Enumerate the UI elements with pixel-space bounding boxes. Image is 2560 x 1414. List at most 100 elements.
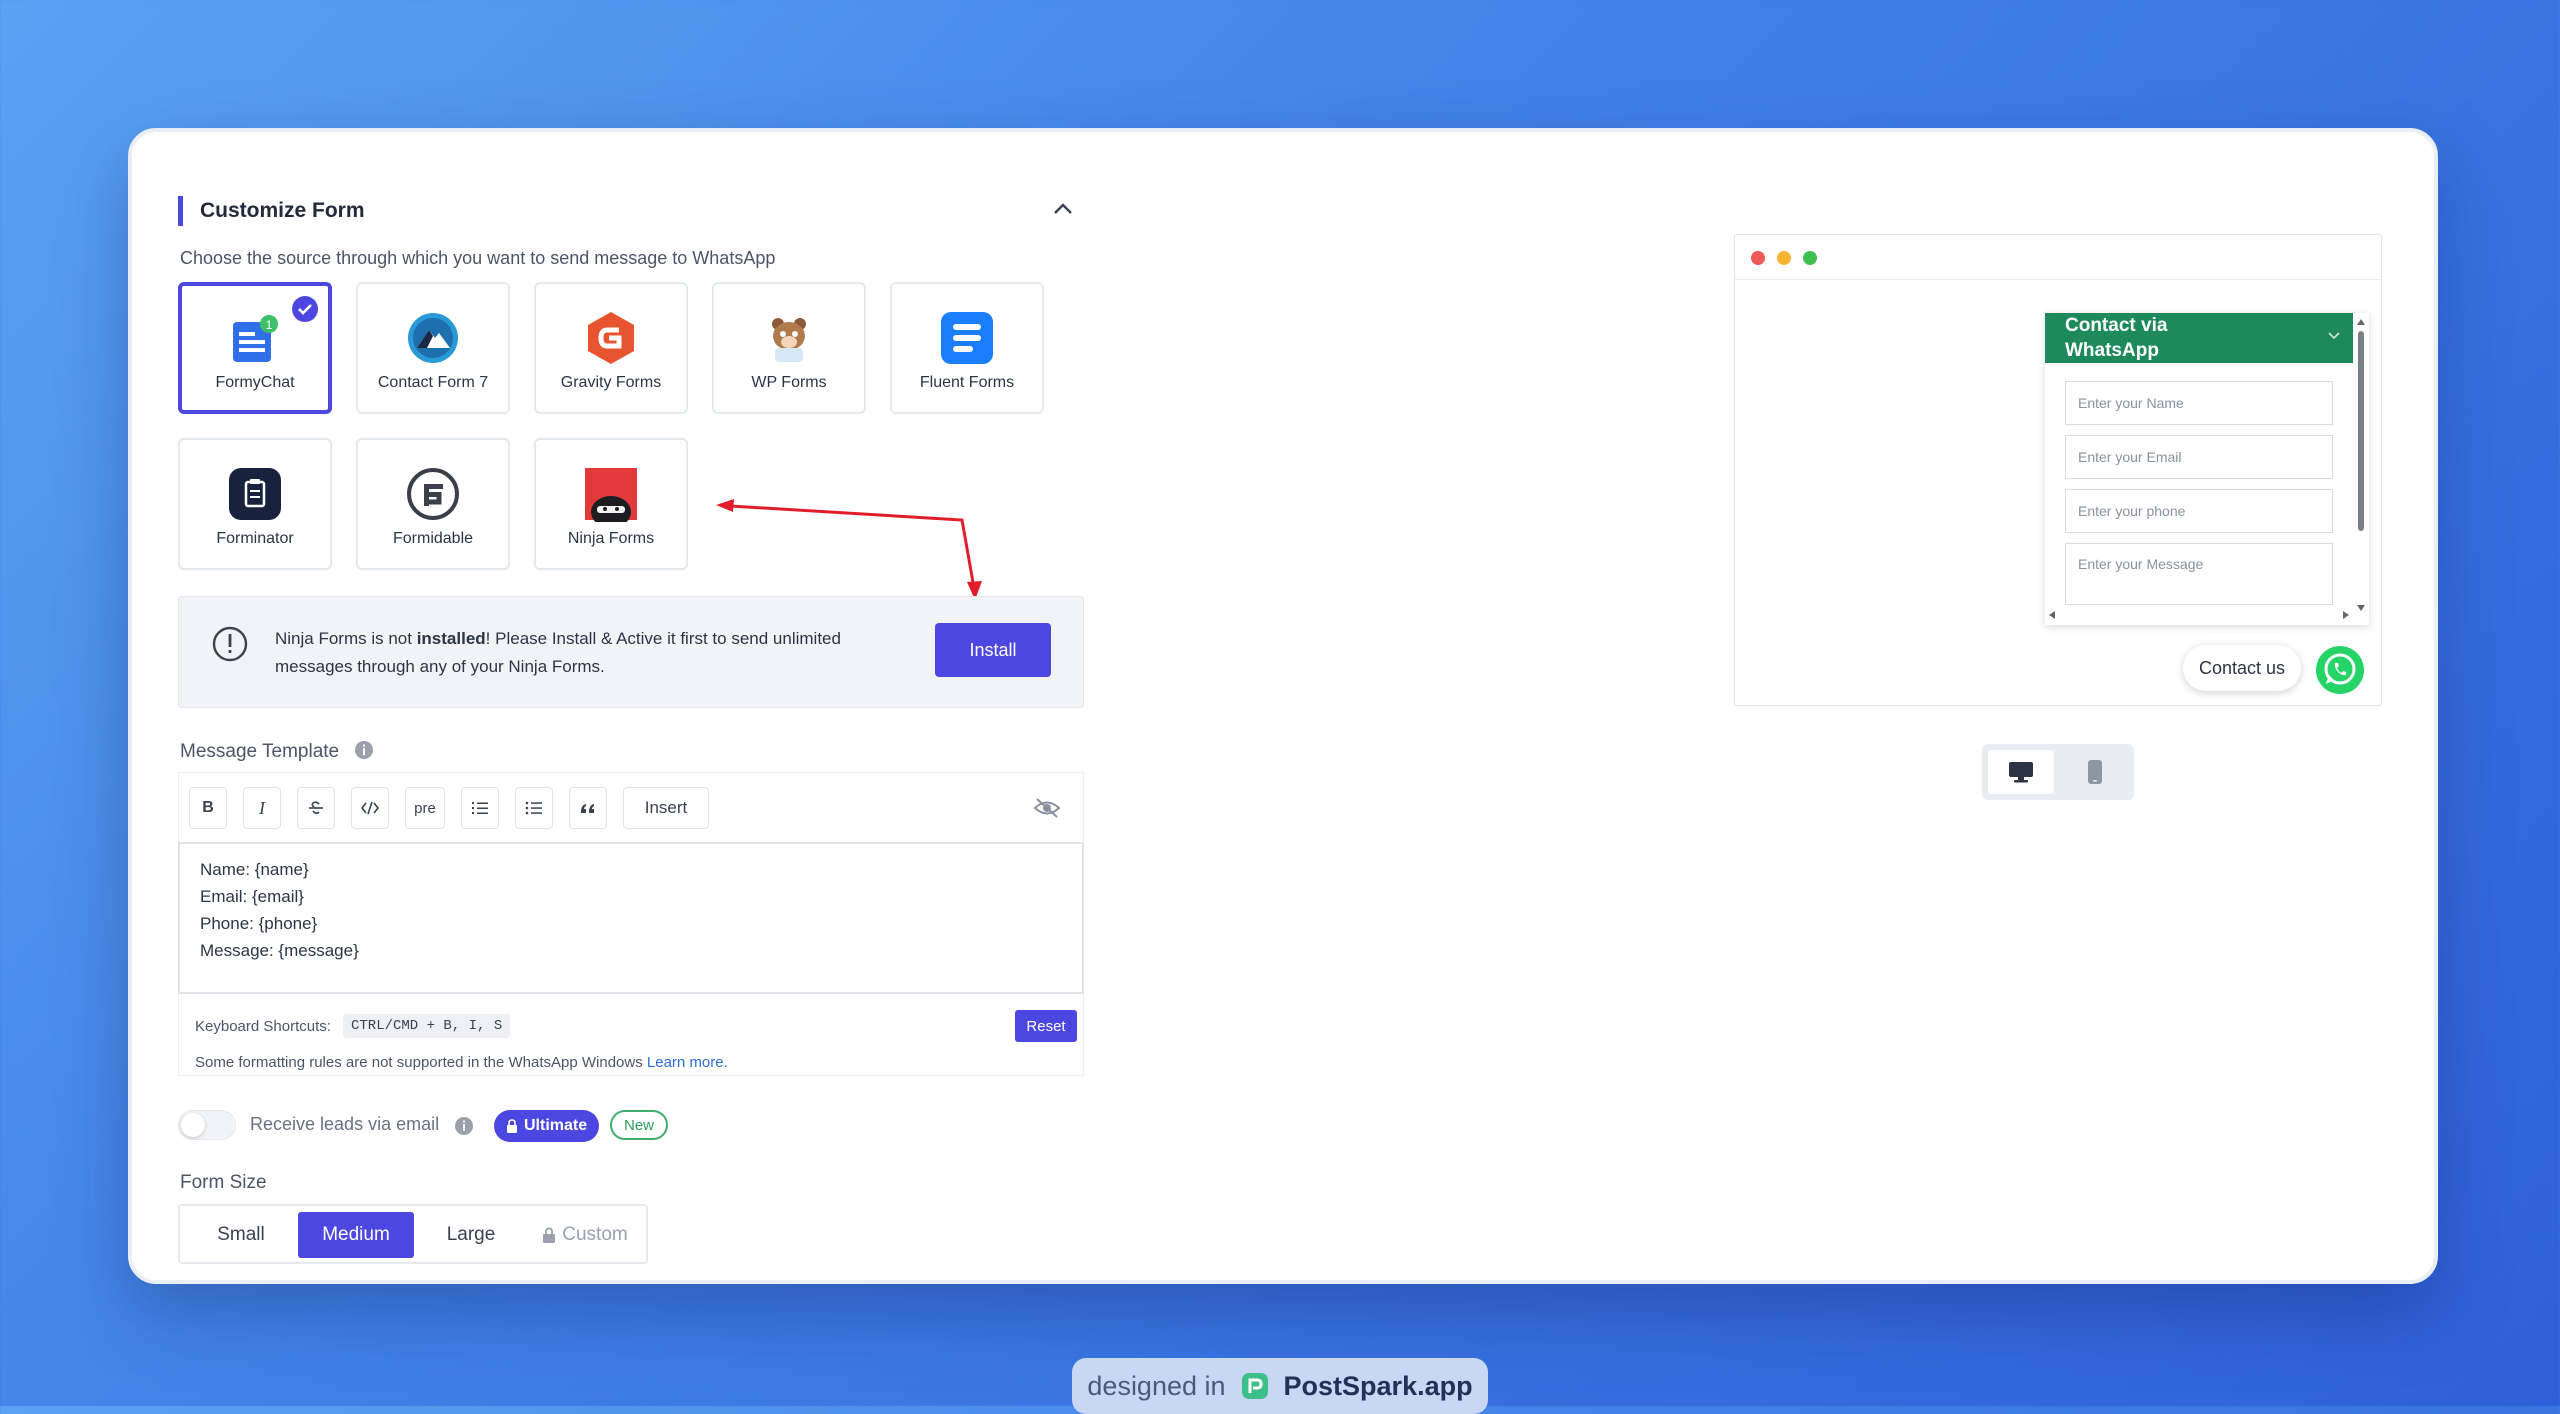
desktop-view-button[interactable] xyxy=(1988,750,2054,794)
editor-line: Phone: {phone} xyxy=(200,914,318,933)
device-toggle xyxy=(1982,744,2134,800)
editor-footer: Keyboard Shortcuts: CTRL/CMD + B, I, S R… xyxy=(178,994,1084,1076)
install-button[interactable]: Install xyxy=(935,623,1051,677)
italic-button[interactable]: I xyxy=(243,787,281,829)
svg-text:1: 1 xyxy=(266,318,273,332)
contact-us-label[interactable]: Contact us xyxy=(2183,645,2302,691)
source-label: Formidable xyxy=(392,530,474,547)
mobile-icon xyxy=(2088,760,2102,784)
source-subtitle: Choose the source through which you want… xyxy=(180,248,776,268)
info-icon[interactable] xyxy=(454,1116,474,1136)
editor-line: Name: {name} xyxy=(200,860,309,879)
source-label: WP Forms xyxy=(751,374,827,391)
phone-field[interactable]: Enter your phone xyxy=(2065,489,2333,533)
lock-icon xyxy=(543,1227,556,1243)
designed-in-text: designed in xyxy=(1087,1370,1226,1401)
leads-label: Receive leads via email xyxy=(250,1114,440,1134)
info-icon[interactable] xyxy=(354,740,374,760)
new-badge: New xyxy=(610,1110,669,1140)
editor-line: Message: {message} xyxy=(200,941,359,960)
ordered-list-icon xyxy=(472,802,488,814)
insert-button[interactable]: Insert xyxy=(623,787,709,829)
widget-title: Contact via WhatsApp xyxy=(2065,315,2168,361)
code-icon xyxy=(360,801,380,815)
source-label: Gravity Forms xyxy=(560,374,662,391)
chevron-up-icon[interactable] xyxy=(1048,194,1078,224)
ordered-list-button[interactable] xyxy=(461,787,499,829)
message-editor[interactable]: Name: {name} Email: {email} Phone: {phon… xyxy=(178,842,1084,994)
source-label: Contact Form 7 xyxy=(377,374,489,391)
annotation-arrow xyxy=(716,499,982,600)
source-tile-fluent-forms[interactable]: Fluent Forms xyxy=(890,282,1044,414)
strikethrough-icon xyxy=(309,801,323,815)
whatsapp-form-widget: Contact via WhatsApp Enter your Name Ent… xyxy=(2045,313,2369,625)
source-tile-gravity-forms[interactable]: Gravity Forms xyxy=(534,282,688,414)
ultimate-badge: Ultimate xyxy=(494,1110,600,1142)
customize-form-card: Customize Form Choose the source through… xyxy=(128,128,2438,1284)
whatsapp-icon[interactable] xyxy=(2315,645,2365,695)
eye-off-icon[interactable] xyxy=(1033,795,1061,821)
formatting-note: Some formatting rules are not supported … xyxy=(195,1054,728,1071)
ninja-forms-icon xyxy=(585,468,637,522)
not-installed-alert: Ninja Forms is not installed! Please Ins… xyxy=(178,596,1084,708)
close-dot-icon xyxy=(1751,251,1765,265)
maximize-dot-icon xyxy=(1803,251,1817,265)
shortcuts-label: Keyboard Shortcuts: xyxy=(195,1018,331,1035)
code-button[interactable] xyxy=(351,787,389,829)
widget-scrollbar[interactable] xyxy=(2355,317,2367,611)
preview-window: Contact via WhatsApp Enter your Name Ent… xyxy=(1734,234,2382,706)
alert-message: Ninja Forms is not installed! Please Ins… xyxy=(275,629,841,676)
chevron-down-icon[interactable] xyxy=(2327,331,2341,341)
shortcuts-code: CTRL/CMD + B, I, S xyxy=(343,1014,511,1038)
bullet-list-icon xyxy=(525,801,542,815)
warning-circle-icon xyxy=(212,626,248,662)
name-field[interactable]: Enter your Name xyxy=(2065,381,2333,425)
wp-forms-icon xyxy=(772,318,806,362)
reset-button[interactable]: Reset xyxy=(1015,1010,1077,1042)
source-tile-forminator[interactable]: Forminator xyxy=(178,438,332,570)
gravity-forms-icon xyxy=(588,312,634,364)
form-size-label: Form Size xyxy=(180,1172,267,1193)
formychat-icon: 1 xyxy=(233,315,278,362)
editor-toolbar: B I pre Insert xyxy=(178,772,1084,846)
widget-header: Contact via WhatsApp xyxy=(2045,313,2353,363)
formidable-icon xyxy=(407,468,459,520)
horizontal-scrollbar[interactable] xyxy=(2045,609,2353,621)
leads-toggle[interactable] xyxy=(178,1110,236,1140)
strikethrough-button[interactable] xyxy=(297,787,335,829)
source-tile-contact-form-7[interactable]: Contact Form 7 xyxy=(356,282,510,414)
desktop-icon xyxy=(2009,762,2033,783)
size-custom-option[interactable]: Custom xyxy=(526,1212,644,1258)
postspark-logo-icon xyxy=(1241,1373,1268,1399)
source-tile-formidable[interactable]: Formidable xyxy=(356,438,510,570)
source-tile-formychat[interactable]: 1 FormyChat xyxy=(178,282,332,414)
message-field[interactable]: Enter your Message xyxy=(2065,543,2333,605)
postspark-brand: PostSpark.app xyxy=(1283,1370,1473,1401)
learn-more-link[interactable]: Learn more. xyxy=(647,1054,728,1071)
source-tile-ninja-forms[interactable]: Ninja Forms xyxy=(534,438,688,570)
lock-icon xyxy=(507,1119,517,1133)
minimize-dot-icon xyxy=(1777,251,1791,265)
pre-button[interactable]: pre xyxy=(405,787,445,829)
email-field[interactable]: Enter your Email xyxy=(2065,435,2333,479)
fluent-forms-icon xyxy=(941,312,993,364)
source-tile-wp-forms[interactable]: WP Forms xyxy=(712,282,866,414)
source-label: Forminator xyxy=(216,530,294,547)
size-large-option[interactable]: Large xyxy=(418,1212,524,1258)
mobile-view-button[interactable] xyxy=(2062,750,2128,794)
size-medium-option[interactable]: Medium xyxy=(298,1212,414,1258)
selected-check-icon xyxy=(292,296,318,322)
bullet-list-button[interactable] xyxy=(515,787,553,829)
quote-icon xyxy=(581,804,594,813)
contact-form-7-icon xyxy=(408,313,458,363)
section-title: Customize Form xyxy=(178,196,365,226)
quote-button[interactable] xyxy=(569,787,607,829)
bold-button[interactable]: B xyxy=(189,787,227,829)
form-size-selector: Small Medium Large Custom xyxy=(178,1204,648,1264)
preview-titlebar xyxy=(1735,235,2381,280)
message-template-label: Message Template xyxy=(180,740,374,763)
size-small-option[interactable]: Small xyxy=(186,1212,296,1258)
source-label: FormyChat xyxy=(215,374,295,391)
source-label: Fluent Forms xyxy=(919,374,1015,391)
editor-line: Email: {email} xyxy=(200,887,304,906)
